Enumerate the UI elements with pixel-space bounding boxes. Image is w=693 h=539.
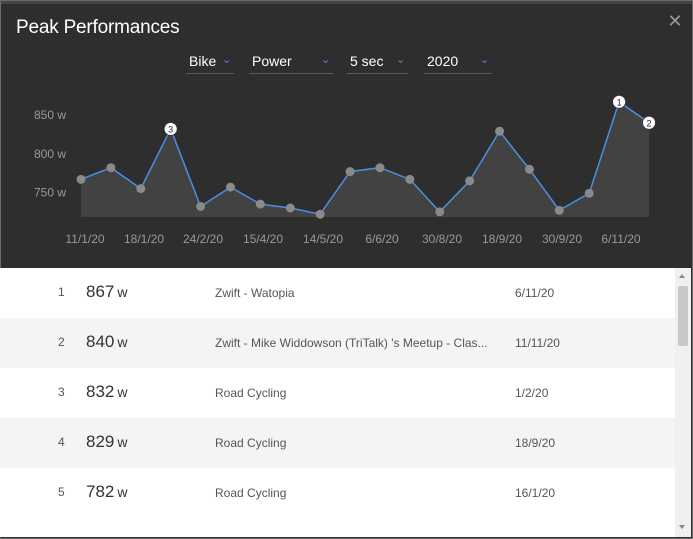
row-date: 11/11/20 xyxy=(515,336,560,350)
duration-dropdown[interactable]: 5 sec ⌄ xyxy=(347,51,408,74)
row-power: 840 w xyxy=(86,332,128,352)
row-power-unit: w xyxy=(117,484,128,500)
row-power-unit: w xyxy=(117,384,128,400)
chart-area xyxy=(81,101,649,217)
chart-point xyxy=(345,167,355,177)
chart-point xyxy=(196,201,206,211)
row-activity: Road Cycling xyxy=(215,386,287,400)
chart-point xyxy=(315,209,325,219)
chart-point xyxy=(584,188,594,198)
chart-point xyxy=(225,182,235,192)
peak-list: 1 867 w Zwift - Watopia 6/11/20 2 840 w Zwift - … xyxy=(0,268,675,537)
chart-point xyxy=(465,176,475,186)
list-scrollbar[interactable] xyxy=(675,268,691,537)
chart-point xyxy=(136,184,146,194)
row-rank: 4 xyxy=(58,435,65,449)
scroll-up-icon[interactable] xyxy=(679,274,685,278)
scroll-thumb[interactable] xyxy=(678,286,688,346)
duration-dropdown-value: 5 sec xyxy=(350,53,384,69)
metric-dropdown[interactable]: Power ⌄ xyxy=(249,51,333,74)
modal-top-border xyxy=(1,1,692,4)
scroll-down-icon[interactable] xyxy=(679,525,685,529)
table-row[interactable]: 3 832 w Road Cycling 1/2/20 xyxy=(0,368,675,418)
y-tick-label: 850 w xyxy=(34,108,66,122)
x-tick-label: 6/11/20 xyxy=(601,232,640,246)
row-power-value: 829 xyxy=(86,432,115,451)
chart-point xyxy=(76,174,86,184)
table-row[interactable]: 4 829 w Road Cycling 18/9/20 xyxy=(0,418,675,468)
chart-point xyxy=(375,163,385,173)
row-power-value: 782 xyxy=(86,482,115,501)
chart-point xyxy=(106,163,116,173)
chart-point xyxy=(554,205,564,215)
chevron-down-icon: ⌄ xyxy=(480,54,490,66)
sport-dropdown[interactable]: Bike ⌄ xyxy=(186,51,234,74)
table-row[interactable]: 5 782 w Road Cycling 16/1/20 xyxy=(0,468,675,518)
row-rank: 1 xyxy=(58,285,65,299)
chart-rank-marker-label: 3 xyxy=(168,124,173,134)
chevron-down-icon: ⌄ xyxy=(321,54,331,66)
x-tick-label: 15/4/20 xyxy=(243,232,283,246)
metric-dropdown-value: Power xyxy=(252,53,292,69)
x-tick-label: 30/9/20 xyxy=(542,232,582,246)
row-rank: 5 xyxy=(58,485,65,499)
row-date: 6/11/20 xyxy=(515,286,555,300)
chart-rank-marker-label: 2 xyxy=(646,118,651,128)
y-tick-label: 800 w xyxy=(34,147,66,161)
close-icon[interactable]: ✕ xyxy=(666,12,684,30)
row-power: 782 w xyxy=(86,482,128,502)
row-power-value: 840 xyxy=(86,332,115,351)
year-dropdown[interactable]: 2020 ⌄ xyxy=(424,51,492,74)
row-date: 16/1/20 xyxy=(515,486,556,500)
chevron-down-icon: ⌄ xyxy=(222,54,232,66)
row-power-unit: w xyxy=(117,334,128,350)
x-tick-label: 24/2/20 xyxy=(183,232,223,246)
chart-rank-marker-label: 1 xyxy=(617,97,622,107)
row-rank: 3 xyxy=(58,385,65,399)
row-power: 867 w xyxy=(86,282,128,302)
row-date: 18/9/20 xyxy=(515,436,556,450)
table-row[interactable]: 2 840 w Zwift - Mike Widdowson (TriTalk) 's… xyxy=(0,318,675,368)
x-tick-label: 18/1/20 xyxy=(124,232,164,246)
row-power-unit: w xyxy=(117,434,128,450)
row-activity: Road Cycling xyxy=(215,436,287,450)
x-tick-label: 11/1/20 xyxy=(65,232,104,246)
x-tick-label: 6/6/20 xyxy=(365,232,399,246)
table-row[interactable]: 1 867 w Zwift - Watopia 6/11/20 xyxy=(0,268,675,318)
chart-point xyxy=(524,164,534,174)
x-tick-label: 18/9/20 xyxy=(482,232,522,246)
row-rank: 2 xyxy=(58,335,65,349)
sport-dropdown-value: Bike xyxy=(189,53,217,69)
chart-point xyxy=(255,199,265,209)
row-power-value: 832 xyxy=(86,382,115,401)
chart-point xyxy=(405,174,415,184)
row-power: 832 w xyxy=(86,382,128,402)
x-tick-label: 30/8/20 xyxy=(422,232,462,246)
chart-point xyxy=(495,126,505,136)
chart-point xyxy=(285,203,295,213)
row-power: 829 w xyxy=(86,432,128,452)
row-activity: Road Cycling xyxy=(215,486,287,500)
peak-power-chart: 850 w 800 w 750 w 1 2 3 11/1/20 18/1/20 24/2/20 1… xyxy=(34,94,656,246)
year-dropdown-value: 2020 xyxy=(427,53,459,69)
row-power-value: 867 xyxy=(86,282,115,301)
row-activity: Zwift - Watopia xyxy=(215,286,295,300)
x-tick-label: 14/5/20 xyxy=(303,232,343,246)
row-date: 1/2/20 xyxy=(515,386,549,400)
chevron-down-icon: ⌄ xyxy=(396,54,406,66)
chart-point xyxy=(435,207,445,217)
row-power-unit: w xyxy=(117,284,128,300)
y-tick-label: 750 w xyxy=(34,186,66,200)
row-activity: Zwift - Mike Widdowson (TriTalk) 's Meet… xyxy=(215,336,488,350)
modal-title: Peak Performances xyxy=(16,17,180,38)
